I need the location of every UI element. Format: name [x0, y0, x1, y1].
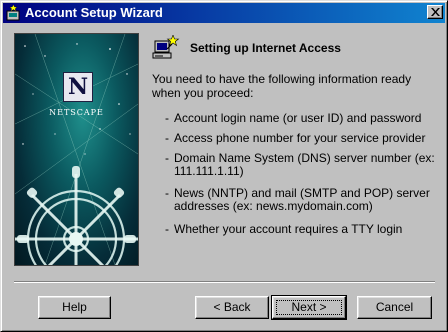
list-bullet: - — [165, 111, 169, 125]
list-bullet: - — [165, 131, 169, 145]
back-button[interactable]: < Back — [195, 296, 269, 319]
ships-wheel-artwork — [15, 34, 138, 265]
wizard-window: Account Setup Wizard N NETSCAPE Setting … — [0, 0, 448, 332]
list-item-text: Domain Name System (DNS) server number (… — [174, 151, 435, 178]
netscape-banner-image: N NETSCAPE — [14, 33, 139, 266]
help-button-label: Help — [62, 300, 87, 314]
list-item: - Access phone number for your service pr… — [165, 132, 440, 145]
intro-text: You need to have the following informati… — [152, 72, 412, 100]
list-bullet: - — [165, 151, 169, 165]
list-item: - Domain Name System (DNS) server number … — [165, 152, 440, 178]
list-bullet: - — [165, 222, 169, 236]
cancel-button-label: Cancel — [375, 300, 414, 314]
netscape-wizard-icon — [6, 4, 22, 21]
cancel-button[interactable]: Cancel — [357, 296, 432, 319]
help-button[interactable]: Help — [38, 296, 111, 319]
close-button[interactable] — [427, 5, 443, 19]
netscape-n-logo: N — [63, 72, 93, 102]
page-heading: Setting up Internet Access — [190, 41, 341, 55]
list-bullet: - — [165, 186, 169, 200]
button-separator — [14, 281, 435, 283]
list-item: - Account login name (or user ID) and pas… — [165, 112, 440, 125]
next-button[interactable]: Next > — [271, 295, 347, 320]
back-button-label: < Back — [213, 300, 251, 314]
list-item: - Whether your account requires a TTY log… — [165, 223, 440, 236]
requirements-list: - Account login name (or user ID) and pas… — [165, 112, 440, 236]
list-item-text: News (NNTP) and mail (SMTP and POP) serv… — [174, 186, 430, 213]
list-item-text: Whether your account requires a TTY logi… — [174, 222, 403, 236]
list-item-text: Account login name (or user ID) and pass… — [174, 111, 422, 125]
close-icon — [431, 8, 440, 16]
computer-wizard-icon — [151, 34, 181, 61]
netscape-wordmark: NETSCAPE — [49, 108, 104, 117]
window-title: Account Setup Wizard — [25, 5, 163, 20]
title-bar[interactable]: Account Setup Wizard — [3, 3, 445, 23]
list-item-text: Access phone number for your service pro… — [174, 131, 426, 145]
list-item: - News (NNTP) and mail (SMTP and POP) ser… — [165, 187, 440, 213]
next-button-label: Next > — [291, 300, 327, 314]
